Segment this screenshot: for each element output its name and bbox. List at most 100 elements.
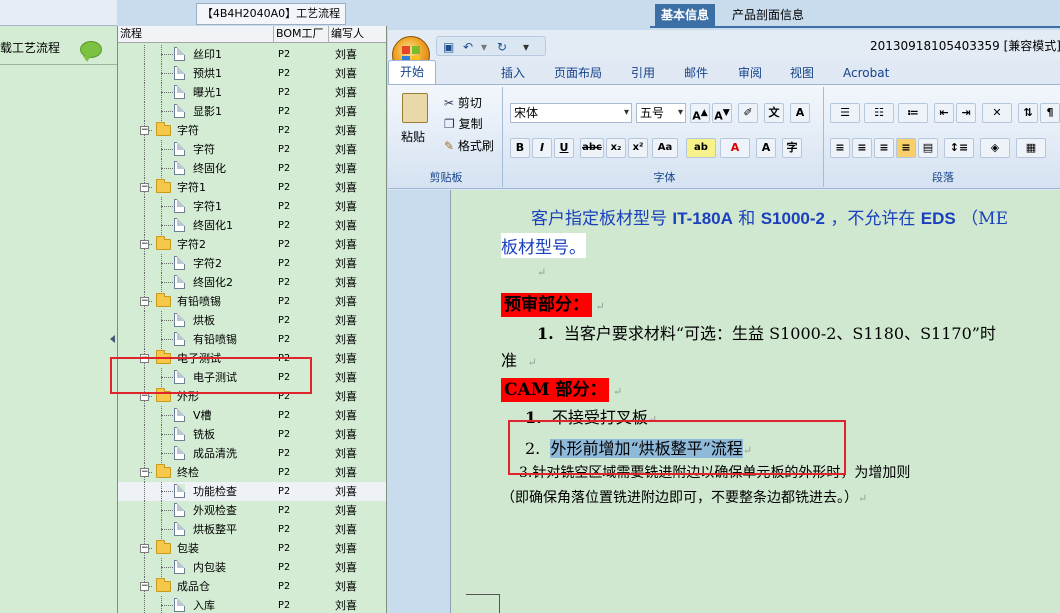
highlight-color-icon[interactable]: ab — [686, 138, 716, 158]
align-center-icon[interactable]: ≡ — [852, 138, 872, 158]
ribbon-tab-review[interactable]: 审阅 — [738, 64, 762, 82]
decrease-indent-icon[interactable]: ⇤ — [934, 103, 954, 123]
tree-row[interactable]: 成品清洗 P2 刘喜 — [118, 444, 386, 463]
cut-button[interactable]: ✂ 剪切 — [444, 95, 482, 111]
change-case-icon[interactable]: Aa — [652, 138, 678, 158]
redo-icon[interactable]: ↻ — [497, 40, 507, 54]
customize-qat-icon[interactable]: ▾ — [523, 40, 529, 54]
paste-button[interactable]: 粘贴 — [401, 129, 425, 145]
grow-font-icon[interactable]: A▲ — [690, 103, 710, 123]
ribbon-tab-view[interactable]: 视图 — [790, 64, 814, 82]
character-border-icon[interactable]: A — [790, 103, 810, 123]
collapse-toggle-icon[interactable]: − — [140, 544, 149, 553]
underline-icon[interactable]: U — [554, 138, 574, 158]
tree-row[interactable]: 烘板整平 P2 刘喜 — [118, 520, 386, 539]
tree-row[interactable]: − 成品仓 P2 刘喜 — [118, 577, 386, 596]
tab-basic-info[interactable]: 基本信息 — [655, 4, 716, 26]
shading-icon[interactable]: ◈ — [980, 138, 1010, 158]
ribbon-tab-mailings[interactable]: 邮件 — [684, 64, 708, 82]
font-name-combo[interactable]: 宋体 — [510, 103, 632, 123]
superscript-icon[interactable]: x² — [628, 138, 648, 158]
ribbon-tab-insert[interactable]: 插入 — [501, 64, 525, 82]
ribbon-tab-acrobat[interactable]: Acrobat — [843, 64, 889, 82]
collapse-arrow-icon[interactable] — [110, 335, 115, 343]
character-shading-icon[interactable]: A — [756, 138, 776, 158]
tab-product-section-info[interactable]: 产品剖面信息 — [726, 4, 810, 26]
font-size-combo[interactable]: 五号 — [636, 103, 686, 123]
borders-icon[interactable]: ▦ — [1016, 138, 1046, 158]
undo-icon[interactable]: ↶ — [463, 40, 473, 54]
collapse-toggle-icon[interactable]: − — [140, 240, 149, 249]
strikethrough-icon[interactable]: abc — [580, 138, 604, 158]
speech-bubble-icon[interactable] — [80, 41, 102, 62]
bold-icon[interactable]: B — [510, 138, 530, 158]
copy-button[interactable]: ❐ 复制 — [444, 116, 483, 132]
tree-row[interactable]: 终固化2 P2 刘喜 — [118, 273, 386, 292]
ribbon-tab-home[interactable]: 开始 — [388, 60, 436, 84]
align-right-icon[interactable]: ≡ — [874, 138, 894, 158]
asian-layout-icon[interactable]: ✕ — [982, 103, 1012, 123]
column-header-writer[interactable]: 编写人 — [329, 26, 386, 43]
tree-row[interactable]: 铣板 P2 刘喜 — [118, 425, 386, 444]
subscript-icon[interactable]: x₂ — [606, 138, 626, 158]
save-icon[interactable]: ▣ — [443, 40, 454, 54]
tree-row[interactable]: V槽 P2 刘喜 — [118, 406, 386, 425]
format-painter-button[interactable]: ✎ 格式刷 — [444, 138, 494, 154]
column-header-process[interactable]: 流程 — [118, 26, 274, 43]
document-icon — [174, 85, 185, 99]
enclose-characters-icon[interactable]: 字 — [782, 138, 802, 158]
tree-row[interactable]: − 终检 P2 刘喜 — [118, 463, 386, 482]
sort-icon[interactable]: ⇅ — [1018, 103, 1038, 123]
tree-item-label: 有铅喷锡 — [193, 333, 237, 346]
distributed-icon[interactable]: ▤ — [918, 138, 938, 158]
tree-row[interactable]: 终固化 P2 刘喜 — [118, 159, 386, 178]
tree-row[interactable]: 预烘1 P2 刘喜 — [118, 64, 386, 83]
tree-row[interactable]: 外观检查 P2 刘喜 — [118, 501, 386, 520]
collapse-toggle-icon[interactable]: − — [140, 468, 149, 477]
font-color-icon[interactable]: A — [720, 138, 750, 158]
tree-row[interactable]: − 包装 P2 刘喜 — [118, 539, 386, 558]
align-left-icon[interactable]: ≡ — [830, 138, 850, 158]
line-spacing-icon[interactable]: ↕≡ — [944, 138, 974, 158]
writer-cell: 刘喜 — [335, 238, 357, 251]
tree-row[interactable]: 有铅喷锡 P2 刘喜 — [118, 330, 386, 349]
tree-row[interactable]: − 字符 P2 刘喜 — [118, 121, 386, 140]
column-header-bom-factory[interactable]: BOM工厂 — [274, 26, 329, 43]
collapse-toggle-icon[interactable]: − — [140, 582, 149, 591]
tree-row[interactable]: − 有铅喷锡 P2 刘喜 — [118, 292, 386, 311]
tree-row[interactable]: 功能检查 P2 刘喜 — [118, 482, 386, 501]
tree-row[interactable]: 终固化1 P2 刘喜 — [118, 216, 386, 235]
ribbon-tab-references[interactable]: 引用 — [631, 64, 655, 82]
tree-row[interactable]: 内包装 P2 刘喜 — [118, 558, 386, 577]
collapse-toggle-icon[interactable]: − — [140, 183, 149, 192]
multilevel-list-icon[interactable]: ≔ — [898, 103, 928, 123]
tree-row[interactable]: 字符 P2 刘喜 — [118, 140, 386, 159]
prereview-item-1-cont: 准 ↵ — [501, 351, 537, 370]
tree-row[interactable]: 字符2 P2 刘喜 — [118, 254, 386, 273]
shrink-font-icon[interactable]: A▼ — [712, 103, 732, 123]
justify-icon[interactable]: ≡ — [896, 138, 916, 158]
collapse-toggle-icon[interactable]: − — [140, 297, 149, 306]
tree-row[interactable]: 烘板 P2 刘喜 — [118, 311, 386, 330]
show-marks-icon[interactable]: ¶ — [1040, 103, 1060, 123]
clear-format-icon[interactable]: ✐ — [738, 103, 758, 123]
tree-row[interactable]: 曝光1 P2 刘喜 — [118, 83, 386, 102]
undo-dropdown-icon[interactable]: ▾ — [481, 40, 487, 54]
increase-indent-icon[interactable]: ⇥ — [956, 103, 976, 123]
bullets-icon[interactable]: ☰ — [830, 103, 860, 123]
ribbon-tab-page-layout[interactable]: 页面布局 — [554, 64, 602, 82]
tree-row[interactable]: 丝印1 P2 刘喜 — [118, 45, 386, 64]
collapse-toggle-icon[interactable]: − — [140, 126, 149, 135]
tree-row[interactable]: 字符1 P2 刘喜 — [118, 197, 386, 216]
tree-item-label: 字符 — [193, 143, 215, 156]
tree-row[interactable]: 入库 P2 刘喜 — [118, 596, 386, 613]
phonetic-guide-icon[interactable]: 文 — [764, 103, 784, 123]
tree-row[interactable]: 显影1 P2 刘喜 — [118, 102, 386, 121]
italic-icon[interactable]: I — [532, 138, 552, 158]
paste-icon[interactable] — [402, 93, 428, 123]
tree-row[interactable]: − 字符1 P2 刘喜 — [118, 178, 386, 197]
tree-row[interactable]: − 字符2 P2 刘喜 — [118, 235, 386, 254]
process-title-tab[interactable]: 【4B4H2040A0】工艺流程 — [196, 3, 346, 25]
document-page[interactable]: 客户指定板材型号 IT-180A 和 S1000-2 ，不允许在 EDS （ME… — [450, 190, 1060, 613]
numbering-icon[interactable]: ☷ — [864, 103, 894, 123]
